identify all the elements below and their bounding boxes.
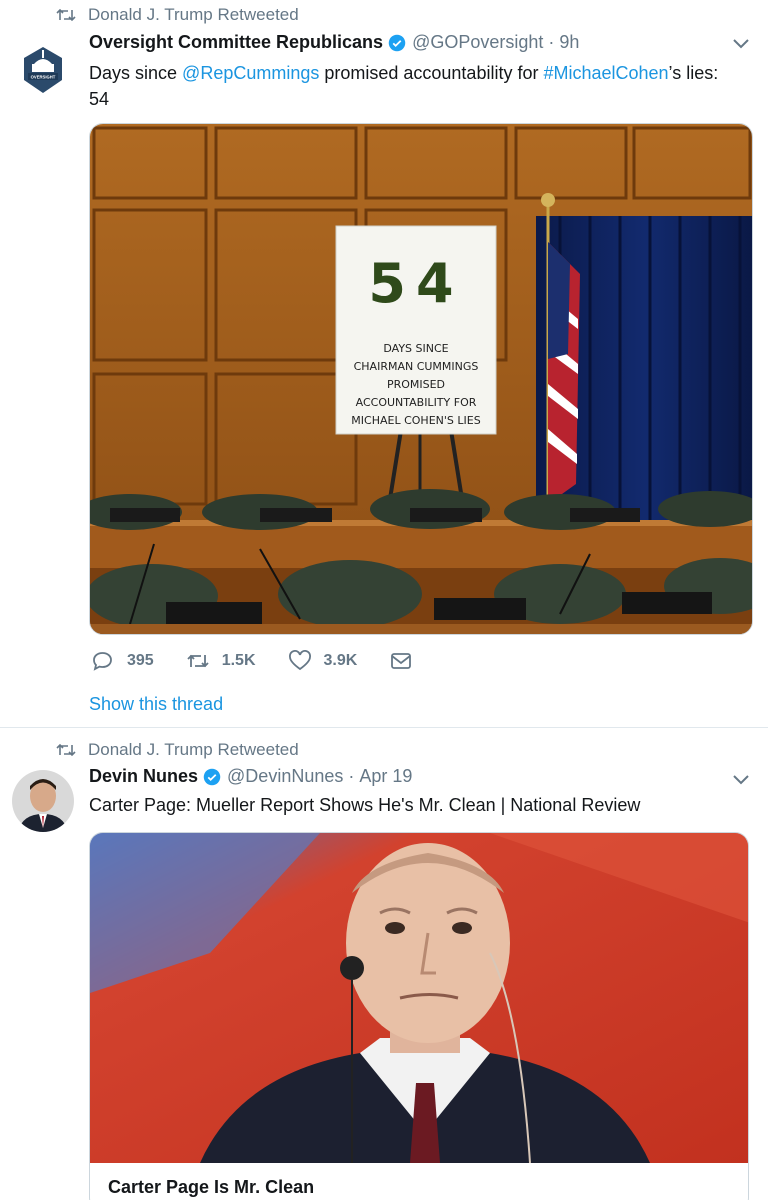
- verified-badge-icon: [203, 768, 221, 785]
- sign-line: ACCOUNTABILITY FOR: [356, 396, 477, 409]
- reply-icon: [93, 652, 112, 671]
- chevron-down-icon[interactable]: [732, 38, 750, 50]
- author-handle[interactable]: @GOPoversight: [412, 32, 543, 53]
- tweet-nunes[interactable]: Donald J. Trump Retweeted Devin Nunes @D…: [0, 729, 768, 1200]
- author-name[interactable]: Devin Nunes: [89, 766, 198, 787]
- mention-link[interactable]: @RepCummings: [182, 63, 319, 83]
- tweet-actions: 395 1.5K 3.9K: [91, 650, 457, 672]
- avatar[interactable]: [12, 770, 74, 832]
- like-button[interactable]: 3.9K: [288, 650, 358, 672]
- chevron-down-icon[interactable]: [732, 774, 750, 786]
- link-card[interactable]: [89, 832, 749, 1200]
- retweet-context: Donald J. Trump Retweeted: [56, 740, 299, 760]
- message-icon: [391, 653, 412, 669]
- avatar[interactable]: OVERSIGHT: [14, 38, 72, 96]
- timestamp[interactable]: 9h: [559, 32, 579, 53]
- like-icon: [288, 650, 311, 671]
- retweet-button[interactable]: 1.5K: [186, 650, 256, 672]
- tweet-text: Days since @RepCummings promised account…: [89, 63, 719, 109]
- reply-count: 395: [127, 652, 154, 669]
- verified-badge-icon: [388, 34, 406, 51]
- avatar-label: OVERSIGHT: [31, 75, 56, 80]
- retweet-icon: [56, 743, 76, 757]
- retweet-count: 1.5K: [221, 652, 256, 669]
- hashtag-link[interactable]: #MichaelCohen: [543, 63, 668, 83]
- sign-line: MICHAEL COHEN'S LIES: [351, 414, 480, 427]
- tweet-photo[interactable]: 54 DAYS SINCE CHAIRMAN CUMMINGS PROMISED…: [89, 123, 753, 635]
- link-card-image: [90, 833, 748, 1164]
- retweet-icon: [56, 8, 76, 22]
- tweet-text-line2: 54: [89, 89, 110, 109]
- retweet-context: Donald J. Trump Retweeted: [56, 5, 299, 25]
- tweet-oversight[interactable]: Donald J. Trump Retweeted OVERSIGHT Over…: [0, 0, 768, 728]
- sign-number: 54: [368, 252, 463, 315]
- retweet-label: Donald J. Trump Retweeted: [88, 5, 299, 24]
- tweet-header: Devin Nunes @DevinNunes · Apr 19: [89, 766, 412, 787]
- reply-button[interactable]: 395: [91, 650, 154, 672]
- sign-line: CHAIRMAN CUMMINGS: [354, 360, 479, 373]
- sign-line: PROMISED: [387, 378, 445, 391]
- tweet-header: Oversight Committee Republicans @GOPover…: [89, 32, 579, 53]
- link-card-title[interactable]: Carter Page Is Mr. Clean: [108, 1177, 314, 1198]
- separator-dot: ·: [348, 766, 355, 786]
- direct-message-button[interactable]: [389, 650, 425, 672]
- separator-dot: ·: [548, 32, 555, 52]
- like-count: 3.9K: [323, 652, 358, 669]
- tweet-text: Carter Page: Mueller Report Shows He's M…: [89, 795, 641, 815]
- show-thread-link[interactable]: Show this thread: [89, 694, 223, 715]
- retweet-icon: [187, 654, 209, 668]
- retweet-label: Donald J. Trump Retweeted: [88, 740, 299, 759]
- author-handle[interactable]: @DevinNunes: [227, 766, 343, 787]
- author-name[interactable]: Oversight Committee Republicans: [89, 32, 383, 53]
- timestamp[interactable]: Apr 19: [359, 766, 412, 787]
- sign-line: DAYS SINCE: [383, 342, 448, 355]
